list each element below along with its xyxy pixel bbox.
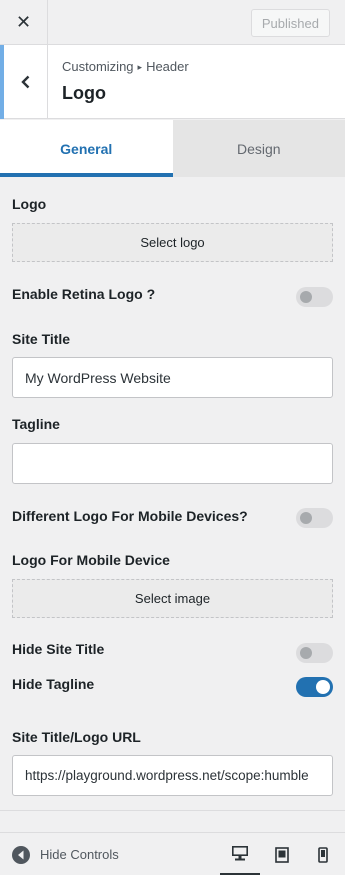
section-header: Customizing ▸ Header Logo (0, 45, 345, 119)
breadcrumb: Customizing ▸ Header (62, 59, 189, 74)
mobile-icon (318, 846, 328, 863)
logo-label: Logo (12, 196, 47, 212)
toggle-knob (300, 647, 312, 659)
hide-site-title-toggle[interactable] (296, 643, 333, 663)
tagline-label: Tagline (12, 416, 60, 432)
tab-general[interactable]: General (0, 120, 173, 177)
mobile-logo-label: Logo For Mobile Device (12, 552, 170, 568)
logo-url-label: Site Title/Logo URL (12, 729, 141, 745)
hide-tagline-toggle[interactable] (296, 677, 333, 697)
collapse-arrow-icon (12, 845, 30, 864)
preview-tablet-button[interactable] (262, 833, 302, 875)
publish-button[interactable]: Published (250, 9, 330, 37)
footer-bar: Hide Controls (0, 832, 345, 875)
tagline-input[interactable] (12, 443, 333, 484)
retina-logo-label: Enable Retina Logo ? (12, 286, 156, 302)
site-title-label: Site Title (12, 331, 71, 347)
section-title: Logo (62, 83, 106, 103)
tab-design[interactable]: Design (172, 120, 345, 177)
hide-tagline-label: Hide Tagline (12, 676, 95, 692)
hide-site-title-label: Hide Site Title (12, 641, 105, 657)
tablet-icon (275, 846, 289, 863)
mobile-logo-toggle[interactable] (296, 508, 333, 528)
select-logo-button[interactable]: Select logo (12, 223, 333, 262)
chevron-left-icon (20, 75, 29, 89)
hide-controls-label: Hide Controls (40, 847, 119, 862)
back-button[interactable] (0, 45, 48, 119)
toggle-knob (300, 291, 312, 303)
hide-controls-button[interactable]: Hide Controls (12, 833, 119, 875)
breadcrumb-arrow-icon: ▸ (137, 62, 143, 72)
top-bar: ✕ Published (0, 0, 345, 45)
toggle-knob (300, 512, 312, 524)
tab-bar: General Design (0, 120, 345, 177)
mobile-logo-toggle-label: Different Logo For Mobile Devices? (12, 508, 248, 524)
close-customizer-button[interactable]: ✕ (0, 0, 48, 45)
divider (0, 810, 345, 811)
select-image-button[interactable]: Select image (12, 579, 333, 618)
toggle-knob (316, 680, 330, 694)
preview-mobile-button[interactable] (303, 833, 343, 875)
preview-desktop-button[interactable] (220, 833, 260, 875)
site-title-input[interactable]: My WordPress Website (12, 357, 333, 398)
breadcrumb-root: Customizing (62, 59, 134, 74)
logo-url-input[interactable]: https://playground.wordpress.net/scope:h… (12, 755, 333, 796)
retina-logo-toggle[interactable] (296, 287, 333, 307)
breadcrumb-parent: Header (146, 59, 189, 74)
desktop-icon (232, 846, 248, 861)
